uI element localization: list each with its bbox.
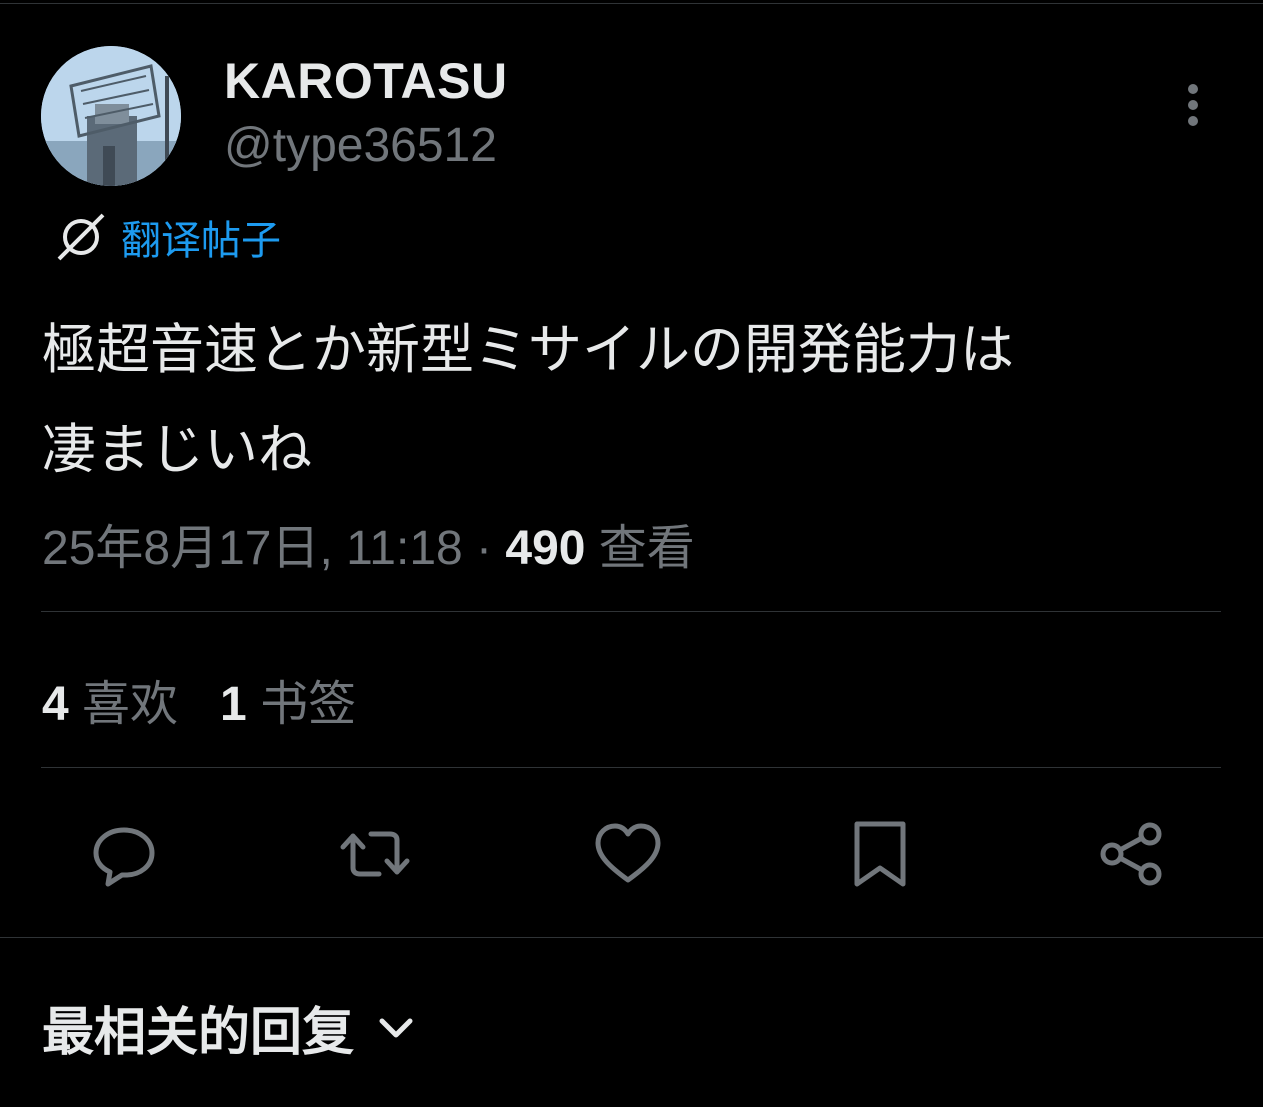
views-label: 查看	[585, 522, 695, 575]
avatar-image	[41, 46, 181, 186]
divider	[41, 767, 1221, 768]
divider	[41, 611, 1221, 612]
more-options-icon[interactable]	[1168, 76, 1218, 132]
bookmark-button[interactable]	[844, 818, 916, 890]
repost-icon	[340, 831, 410, 877]
post-meta: 25年8月17日, 11:18 · 490 查看	[42, 508, 695, 578]
author-display-name[interactable]: KAROTASU	[224, 52, 508, 110]
bookmarks-label: 书签	[246, 678, 357, 731]
repost-button[interactable]	[339, 818, 411, 890]
post-timestamp[interactable]: 25年8月17日, 11:18	[42, 522, 463, 575]
replies-sort-label: 最相关的回复	[42, 1004, 355, 1062]
views-count: 490	[505, 522, 586, 575]
likes-label: 喜欢	[68, 678, 179, 731]
share-icon	[1100, 822, 1162, 886]
translate-icon	[57, 213, 105, 261]
reply-icon	[93, 827, 155, 887]
divider	[0, 937, 1263, 938]
like-icon	[595, 823, 661, 883]
author-handle[interactable]: @type36512	[224, 118, 497, 173]
post-text: 極超音速とか新型ミサイルの開発能力は 凄まじいね	[42, 300, 1222, 500]
replies-sort-dropdown[interactable]: 最相关的回复	[42, 990, 416, 1065]
bookmark-icon	[854, 821, 906, 887]
top-border	[0, 0, 1263, 4]
bookmarks-count: 1	[220, 678, 247, 731]
share-button[interactable]	[1096, 818, 1168, 890]
like-button[interactable]	[592, 818, 664, 890]
chevron-down-icon	[379, 1018, 413, 1037]
translate-post-button[interactable]: 翻译帖子	[55, 210, 281, 264]
post-text-line-1: 極超音速とか新型ミサイルの開発能力は	[42, 320, 1014, 380]
post-stats: 4 喜欢 1 书签	[42, 664, 356, 734]
likes-count: 4	[42, 678, 69, 731]
likes-stat[interactable]: 4 喜欢	[42, 678, 178, 731]
translate-label: 翻译帖子	[121, 219, 281, 263]
reply-button[interactable]	[88, 818, 160, 890]
post-text-line-2: 凄まじいね	[42, 420, 312, 480]
meta-separator: ·	[462, 522, 506, 575]
bookmarks-stat[interactable]: 1 书签	[220, 678, 356, 731]
avatar[interactable]	[41, 46, 181, 186]
